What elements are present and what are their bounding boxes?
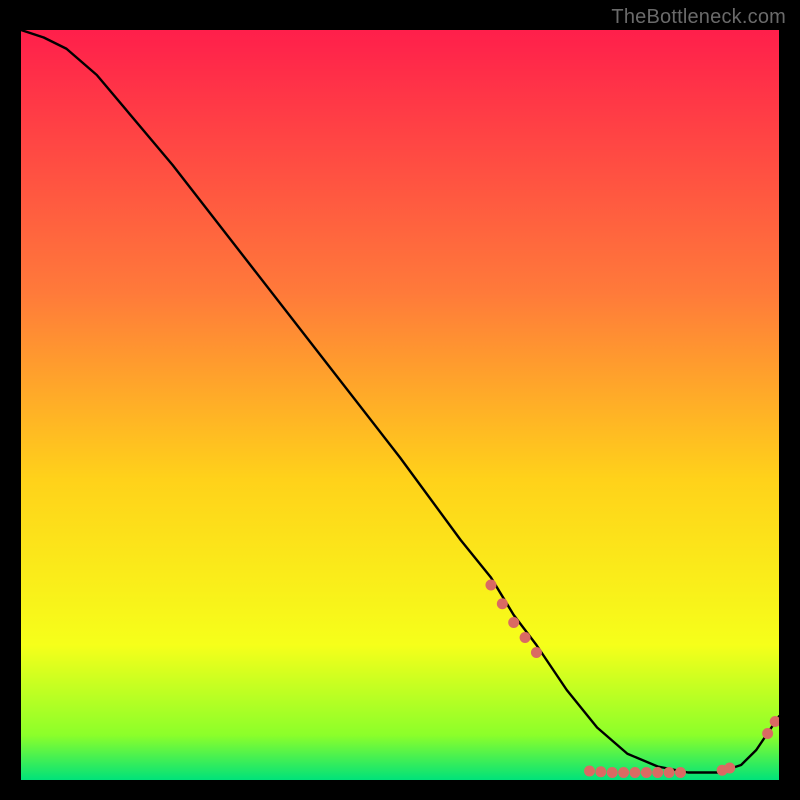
data-marker	[531, 647, 542, 658]
data-marker	[675, 767, 686, 778]
data-marker	[629, 767, 640, 778]
data-marker	[497, 598, 508, 609]
data-marker	[607, 767, 618, 778]
data-marker	[762, 728, 773, 739]
gradient-background	[21, 30, 779, 780]
chart-svg	[21, 30, 779, 780]
chart-stage: TheBottleneck.com	[0, 0, 800, 800]
data-marker	[652, 767, 663, 778]
data-marker	[618, 767, 629, 778]
data-marker	[724, 763, 735, 774]
data-marker	[485, 580, 496, 591]
data-marker	[508, 617, 519, 628]
data-marker	[664, 767, 675, 778]
data-marker	[584, 766, 595, 777]
data-marker	[595, 766, 606, 777]
watermark-text: TheBottleneck.com	[611, 6, 786, 29]
plot-area	[21, 30, 779, 780]
data-marker	[641, 767, 652, 778]
data-marker	[520, 632, 531, 643]
